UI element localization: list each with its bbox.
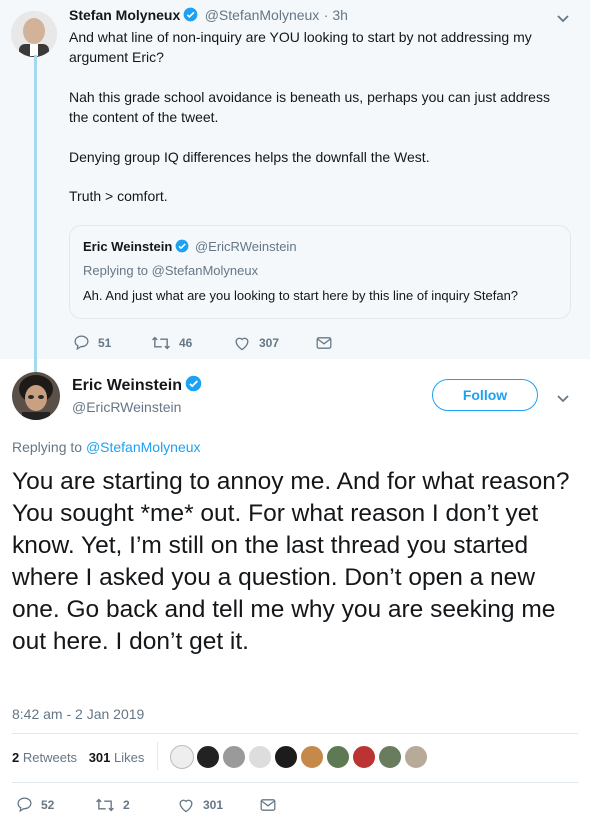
like-stat[interactable]: 301 Likes	[89, 750, 145, 765]
retweet-stat-label: Retweets	[22, 750, 78, 765]
quote-replying-prefix: Replying to	[83, 263, 149, 278]
author-name[interactable]: Eric Weinstein	[72, 377, 182, 394]
replying-to-link[interactable]: @StefanMolyneux	[86, 439, 201, 455]
reply-icon	[17, 797, 32, 813]
reply-button[interactable]: 52	[16, 796, 95, 813]
like-count: 307	[259, 335, 280, 350]
follow-button[interactable]: Follow	[432, 379, 538, 411]
divider	[12, 782, 578, 783]
liker-avatar[interactable]	[196, 745, 220, 769]
more-options-icon[interactable]	[556, 391, 570, 409]
quote-author-name: Eric Weinstein	[83, 239, 173, 254]
tweet-time[interactable]: · 3h	[324, 7, 348, 23]
verified-icon	[175, 239, 189, 256]
retweet-button[interactable]: 2	[95, 797, 177, 813]
liker-avatar[interactable]	[274, 745, 298, 769]
author-name[interactable]: Stefan Molyneux	[69, 7, 180, 23]
tweet-text-2: Nah this grade school avoidance is benea…	[69, 89, 550, 125]
avatar-eric[interactable]	[12, 372, 60, 420]
liker-avatar[interactable]	[222, 745, 246, 769]
retweet-button[interactable]: 46	[151, 335, 233, 351]
parent-tweet[interactable]: Stefan Molyneux @StefanMolyneux · 3h And…	[0, 0, 590, 373]
thread-line	[34, 55, 37, 373]
dm-button[interactable]	[260, 798, 276, 812]
retweet-count: 2	[123, 797, 130, 812]
divider	[12, 733, 578, 734]
liker-avatar[interactable]	[170, 745, 194, 769]
reply-count: 52	[41, 797, 55, 812]
tweet-text-4: Truth > comfort.	[69, 188, 168, 204]
retweet-count: 46	[179, 335, 193, 350]
tweet-timestamp[interactable]: 8:42 am - 2 Jan 2019	[12, 706, 144, 722]
quote-author-handle: @EricRWeinstein	[194, 239, 297, 254]
liker-avatar[interactable]	[378, 745, 402, 769]
reply-icon	[74, 335, 89, 351]
verified-icon	[185, 375, 202, 397]
quoted-tweet[interactable]: Eric Weinstein @EricRWeinstein Replying …	[69, 225, 571, 319]
heart-icon	[235, 337, 249, 350]
liker-avatar[interactable]	[352, 745, 376, 769]
liker-avatar[interactable]	[404, 745, 428, 769]
tweet-text-3: Denying group IQ differences helps the d…	[69, 149, 430, 165]
reply-button[interactable]: 51	[73, 334, 151, 351]
liker-avatar[interactable]	[300, 745, 324, 769]
replying-prefix: Replying to	[12, 439, 83, 455]
retweet-icon	[96, 798, 114, 811]
dm-button[interactable]	[316, 336, 332, 350]
like-count: 301	[203, 797, 224, 812]
tweet-text: You are starting to annoy me. And for wh…	[12, 468, 570, 655]
stat-divider	[157, 742, 158, 770]
tweet-text-1: And what line of non-inquiry are YOU loo…	[69, 29, 532, 65]
reply-count: 51	[98, 335, 112, 350]
quote-replying-to: @StefanMolyneux	[151, 263, 259, 278]
heart-icon	[179, 799, 193, 812]
envelope-icon	[316, 336, 332, 349]
retweet-stat[interactable]: 2 Retweets	[12, 750, 77, 765]
retweet-icon	[152, 336, 170, 349]
like-button[interactable]: 307	[233, 335, 316, 351]
like-stat-count: 301	[88, 750, 111, 765]
liker-avatar[interactable]	[248, 745, 272, 769]
avatar-stefan[interactable]	[11, 11, 57, 57]
like-stat-label: Likes	[114, 750, 145, 765]
author-handle[interactable]: @EricRWeinstein	[72, 399, 181, 415]
verified-icon	[183, 7, 198, 27]
author-handle[interactable]: @StefanMolyneux	[205, 7, 320, 23]
envelope-icon	[260, 798, 276, 811]
retweet-stat-count: 2	[12, 750, 20, 765]
liker-avatar[interactable]	[326, 745, 350, 769]
like-button[interactable]: 301	[177, 797, 260, 813]
quote-text: Ah. And just what are you looking to sta…	[83, 288, 519, 303]
